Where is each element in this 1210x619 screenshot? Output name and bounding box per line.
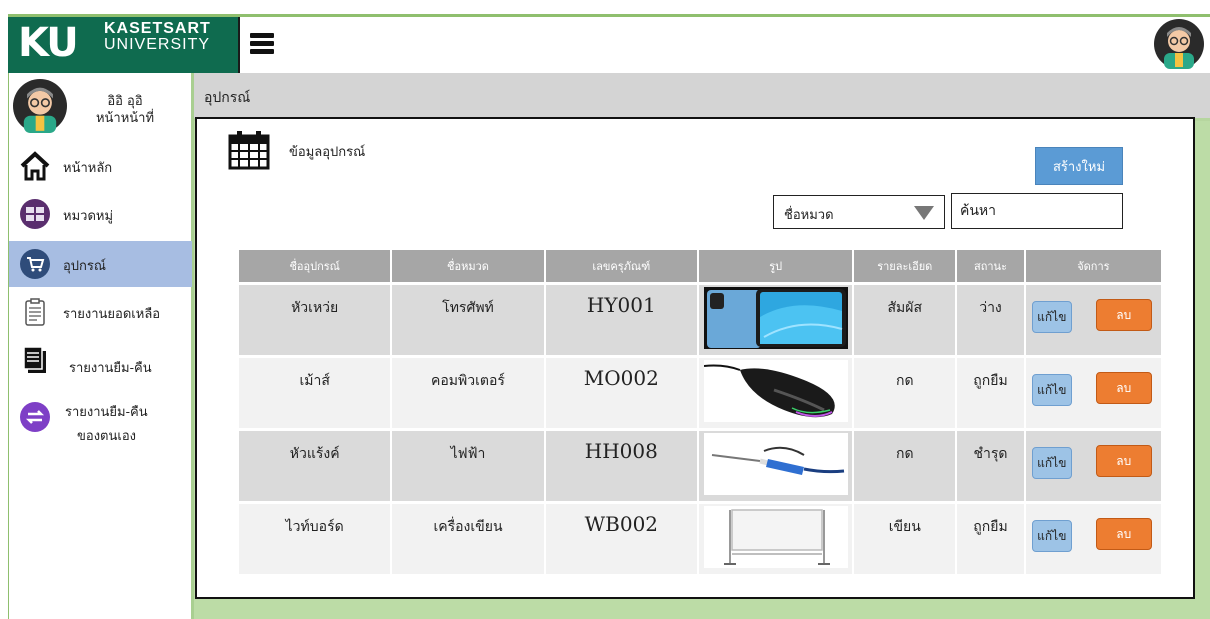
create-new-button[interactable]: สร้างใหม่	[1035, 147, 1123, 185]
cell-detail: สัมผัส	[854, 285, 956, 355]
cell-detail: กด	[854, 358, 956, 428]
content-panel: ข้อมูลอุปกรณ์ สร้างใหม่ ชื่อหมวด ชื่ออุป…	[195, 117, 1195, 599]
cell-actions: แก้ไข ลบ	[1025, 504, 1161, 574]
avatar-icon	[13, 79, 67, 133]
sidebar-item-label: หน้าหลัก	[63, 161, 113, 176]
table-row[interactable]: เม้าส์ คอมพิวเตอร์ MO002 กด ถูกยืม แก้ไข…	[239, 358, 1161, 428]
cell-detail: เขียน	[854, 504, 956, 574]
clipboard-icon	[25, 298, 45, 326]
sidebar-item-label-2: ของตนเอง	[77, 429, 136, 444]
breadcrumb-item[interactable]: อุปกรณ์	[204, 87, 250, 109]
cell-code: HY001	[545, 285, 697, 355]
home-icon	[20, 151, 50, 181]
sidebar-item-category[interactable]: หมวดหมู่	[9, 191, 192, 237]
sidebar-item-label: รายงานยืม-คืน	[69, 361, 152, 376]
column-header[interactable]: สถานะ	[957, 250, 1024, 282]
cell-status: ถูกยืม	[957, 504, 1024, 574]
table-row[interactable]: หัวแร้งค์ ไฟฟ้า HH008 กด ชำรุด แก้ไข ลบ	[239, 431, 1161, 501]
cell-image	[698, 504, 853, 574]
cell-status: ชำรุด	[957, 431, 1024, 501]
user-avatar-icon[interactable]	[1154, 19, 1204, 69]
sidebar-item-equipment[interactable]: อุปกรณ์	[9, 241, 192, 287]
delete-button[interactable]: ลบ	[1095, 299, 1152, 331]
cell-category: โทรศัพท์	[392, 285, 544, 355]
cell-code: HH008	[545, 431, 697, 501]
sidebar-item-label: รายงานยอดเหลือ	[63, 307, 161, 322]
cell-category: เครื่องเขียน	[392, 504, 544, 574]
dropdown-arrow-icon	[914, 206, 934, 220]
delete-button[interactable]: ลบ	[1095, 518, 1152, 550]
university-logo[interactable]: KU KASETSART UNIVERSITY	[8, 17, 240, 73]
mouse-image	[703, 360, 848, 422]
cell-name: หัวแร้งค์	[239, 431, 391, 501]
category-icon	[20, 199, 50, 229]
sidebar-item-borrow-report[interactable]: รายงานยืม-คืน	[9, 337, 192, 383]
calendar-icon	[228, 131, 270, 170]
sidebar-item-label: อุปกรณ์	[63, 259, 106, 274]
edit-button[interactable]: แก้ไข	[1031, 447, 1072, 479]
soldering-iron-image	[703, 433, 848, 495]
cell-actions: แก้ไข ลบ	[1025, 431, 1161, 501]
sidebar-item-my-borrow-report[interactable]: รายงานยืม-คืน ของตนเอง	[9, 389, 192, 453]
whiteboard-image	[703, 506, 848, 568]
menu-toggle-icon[interactable]	[250, 33, 274, 55]
cell-detail: กด	[854, 431, 956, 501]
phone-image	[703, 287, 848, 349]
cell-name: ไวท์บอร์ด	[239, 504, 391, 574]
table-header-row: ชื่ออุปกรณ์ ชื่อหมวด เลขครุภัณฑ์ รูป ราย…	[239, 250, 1161, 282]
documents-icon	[23, 346, 46, 373]
search-input[interactable]	[951, 193, 1123, 229]
user-name-block: อิอิ อุอิ หน้าหน้าที่	[75, 93, 175, 127]
edit-button[interactable]: แก้ไข	[1031, 301, 1072, 333]
sidebar-item-balance-report[interactable]: รายงานยอดเหลือ	[9, 289, 192, 335]
cart-icon	[20, 249, 50, 279]
exchange-icon	[20, 402, 50, 432]
sidebar-item-label: รายงานยืม-คืน	[65, 405, 148, 420]
column-header[interactable]: เลขครุภัณฑ์	[545, 250, 697, 282]
category-select[interactable]: ชื่อหมวด	[773, 195, 945, 229]
panel-title: ข้อมูลอุปกรณ์	[289, 145, 366, 160]
cell-code: WB002	[545, 504, 697, 574]
logo-text: KASETSART UNIVERSITY	[104, 21, 211, 53]
logo-line1: KASETSART	[104, 20, 211, 37]
user-name: อิอิ อุอิ	[107, 94, 143, 109]
edit-button[interactable]: แก้ไข	[1031, 520, 1072, 552]
breadcrumb: อุปกรณ์	[194, 73, 1210, 121]
cell-category: คอมพิวเตอร์	[392, 358, 544, 428]
logo-mark: KU	[18, 20, 79, 66]
cell-image	[698, 358, 853, 428]
equipment-table: ชื่ออุปกรณ์ ชื่อหมวด เลขครุภัณฑ์ รูป ราย…	[237, 247, 1163, 577]
column-header[interactable]: ชื่อหมวด	[392, 250, 544, 282]
category-select-value: ชื่อหมวด	[784, 208, 834, 223]
cell-name: หัวเหว่ย	[239, 285, 391, 355]
cell-image	[698, 285, 853, 355]
column-header[interactable]: ชื่ออุปกรณ์	[239, 250, 391, 282]
column-header: จัดการ	[1025, 250, 1161, 282]
delete-button[interactable]: ลบ	[1095, 372, 1152, 404]
column-header: รูป	[698, 250, 853, 282]
cell-image	[698, 431, 853, 501]
cell-category: ไฟฟ้า	[392, 431, 544, 501]
cell-code: MO002	[545, 358, 697, 428]
table-row[interactable]: ไวท์บอร์ด เครื่องเขียน WB002 เขียน ถูกยื…	[239, 504, 1161, 574]
cell-status: ถูกยืม	[957, 358, 1024, 428]
user-role: หน้าหน้าที่	[95, 111, 155, 126]
cell-name: เม้าส์	[239, 358, 391, 428]
sidebar-item-label: หมวดหมู่	[63, 209, 114, 224]
column-header[interactable]: รายละเอียด	[854, 250, 956, 282]
user-profile[interactable]: อิอิ อุอิ หน้าหน้าที่	[13, 79, 189, 135]
sidebar: อิอิ อุอิ หน้าหน้าที่ หน้าหลัก หมวดหมู่	[8, 73, 194, 619]
table-row[interactable]: หัวเหว่ย โทรศัพท์ HY001 สัมผัส ว่าง แก้ไ…	[239, 285, 1161, 355]
logo-line2: UNIVERSITY	[104, 36, 211, 53]
edit-button[interactable]: แก้ไข	[1031, 374, 1072, 406]
sidebar-item-home[interactable]: หน้าหลัก	[9, 143, 192, 189]
cell-status: ว่าง	[957, 285, 1024, 355]
cell-actions: แก้ไข ลบ	[1025, 285, 1161, 355]
delete-button[interactable]: ลบ	[1095, 445, 1152, 477]
cell-actions: แก้ไข ลบ	[1025, 358, 1161, 428]
